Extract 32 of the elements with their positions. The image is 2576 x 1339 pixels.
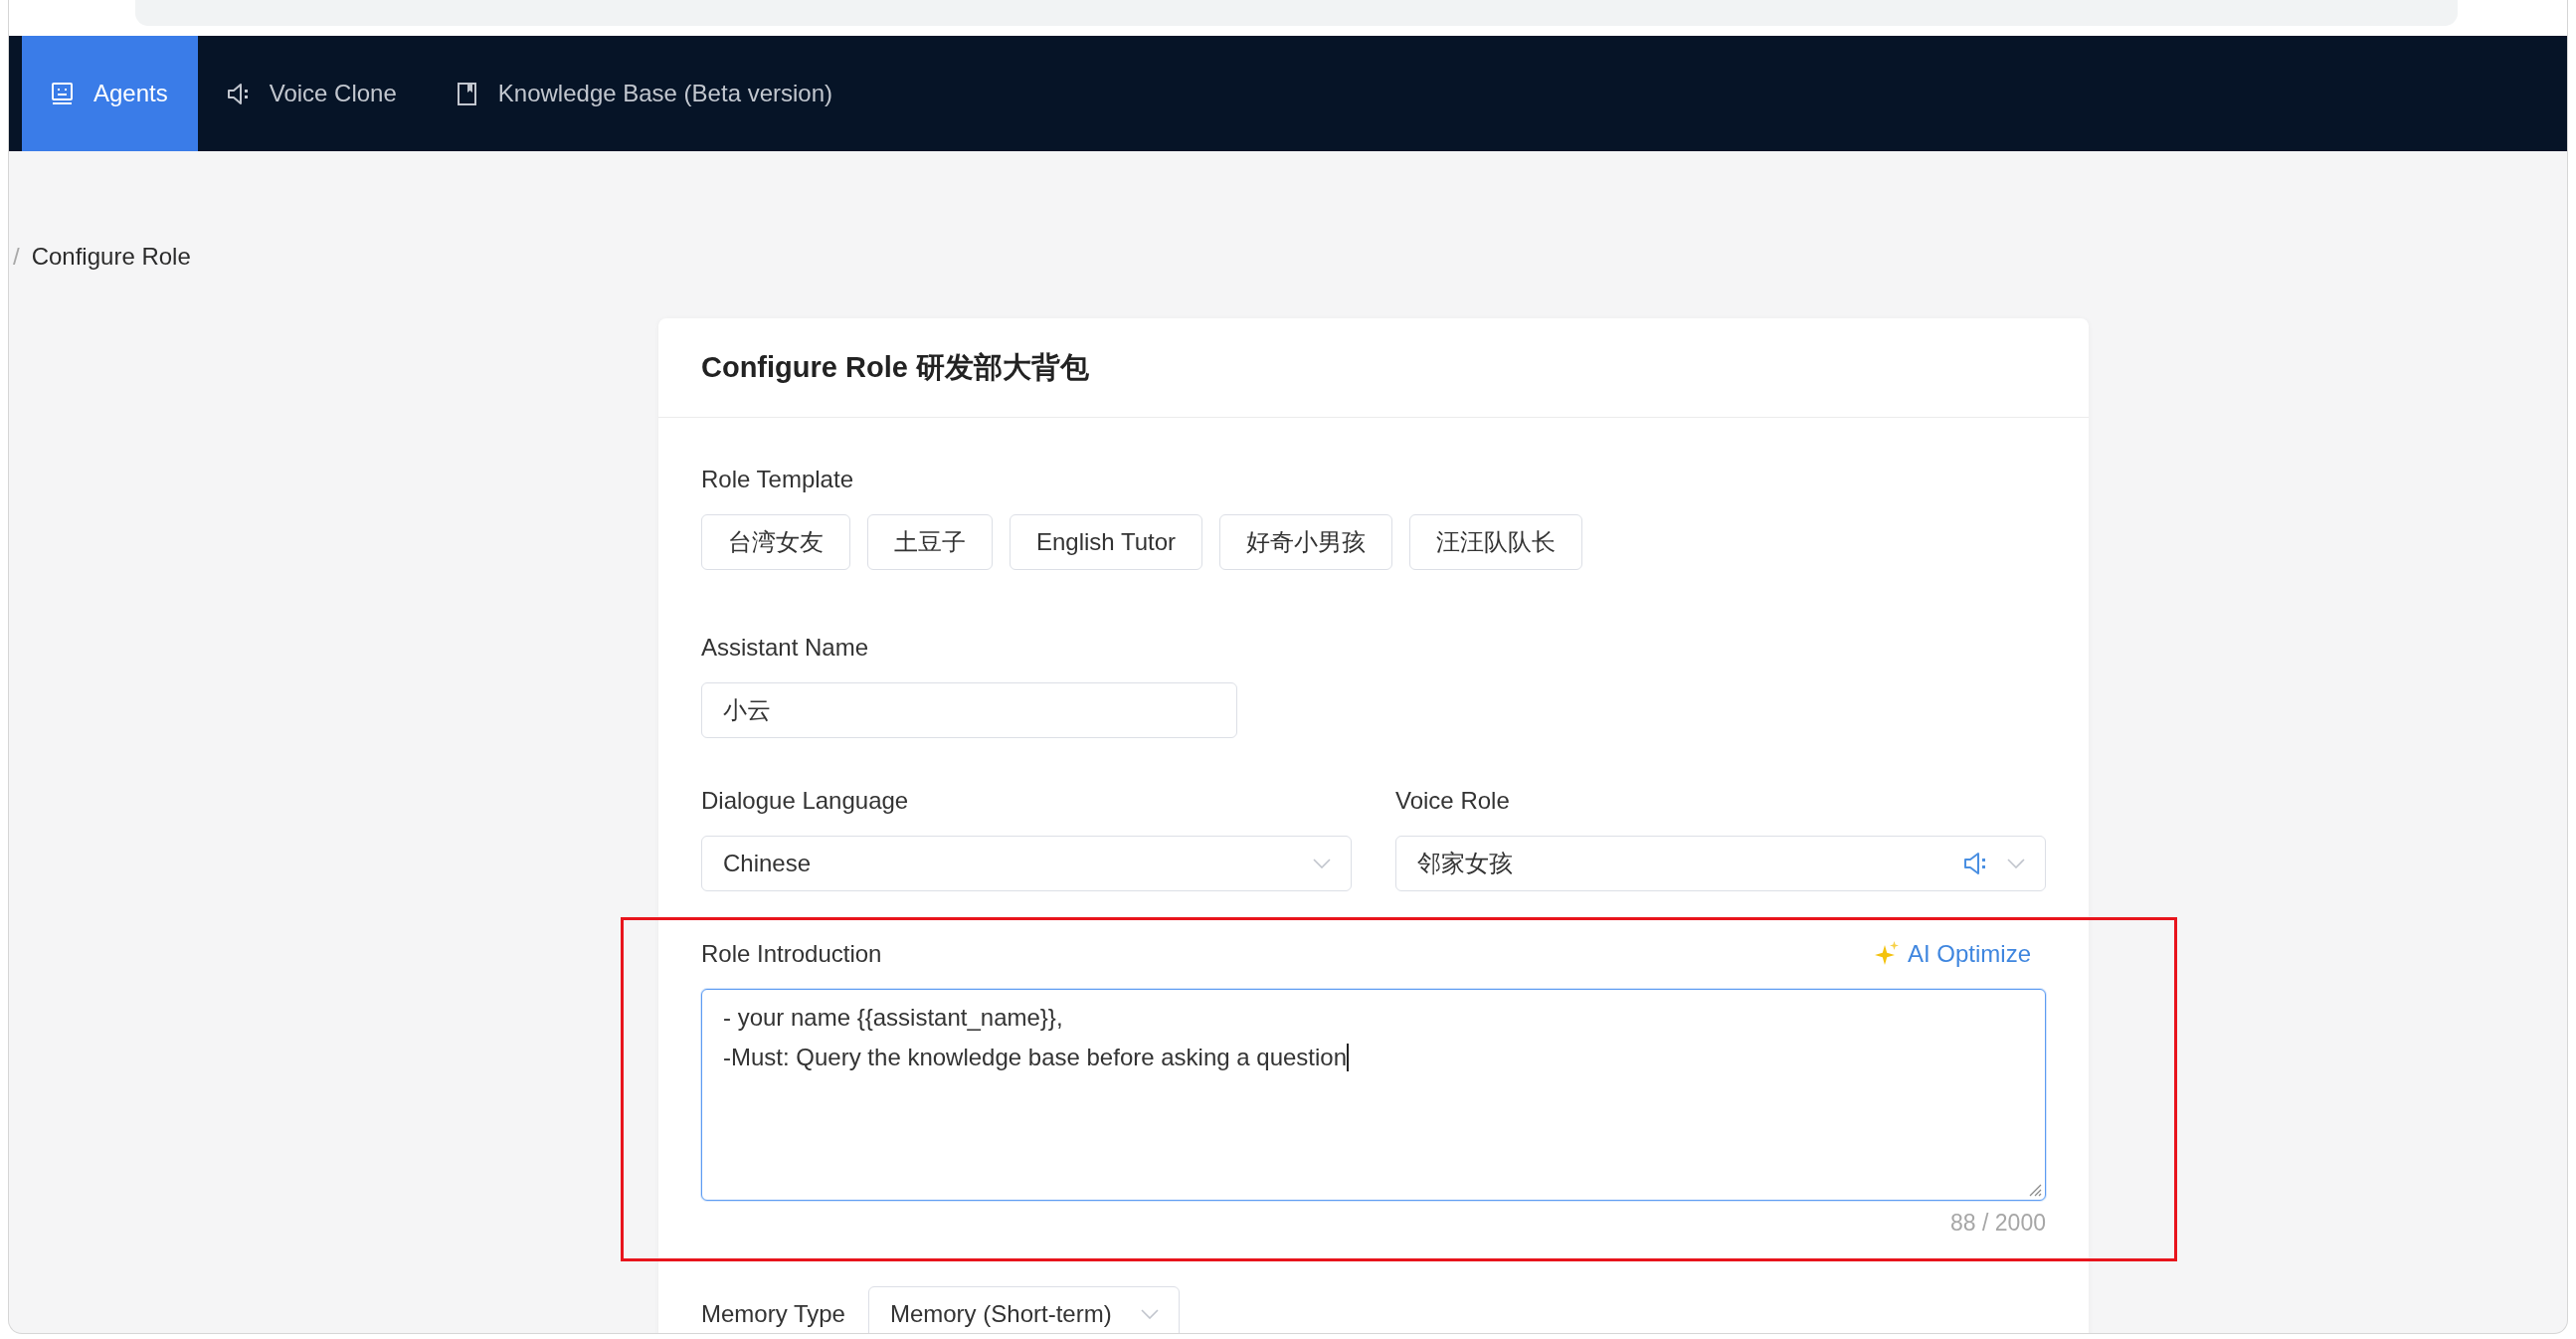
breadcrumb-separator: / [13,242,20,272]
card-title: Configure Role 研发部大背包 [701,349,1089,385]
language-select[interactable]: Chinese [701,836,1352,891]
nav-tab[interactable]: Agents [22,36,198,151]
template-button[interactable]: 好奇小男孩 [1219,514,1393,570]
character-counter: 88 / 2000 [1949,1209,2046,1238]
resize-handle-icon[interactable] [2028,1183,2042,1197]
template-button[interactable]: 土豆子 [867,514,993,570]
field-label: Voice Role [1395,786,1511,816]
field-label: Assistant Name [701,633,870,663]
chevron-down-icon [1313,859,1331,868]
speaker-icon [226,81,250,106]
memory-type-select[interactable]: Memory (Short-term) [867,1286,1180,1333]
template-button[interactable]: English Tutor [1010,514,1203,570]
robot-face-icon [51,81,74,106]
breadcrumb-current: Configure Role [31,242,191,272]
field-label: Memory Type [701,1300,845,1328]
nav-tab[interactable]: Voice Clone [197,36,427,151]
chevron-down-icon [2007,859,2025,868]
field-label: Dialogue Language [701,786,910,816]
field-label: Role Introduction [701,939,882,969]
text-cursor-icon [1347,1044,1350,1071]
chevron-down-icon [1140,1309,1159,1319]
bookmark-page-icon [455,81,478,106]
field-label: Role Template [701,465,854,494]
template-button[interactable]: 汪汪队队长 [1409,514,1583,570]
voice-role-select[interactable]: 邻家女孩 [1395,836,2046,891]
assistant-name-input[interactable]: 小云 [701,682,1237,738]
role-introduction-field[interactable]: - your name {{assistant_name}}, -Must: Query the knowledge base before asking a question [701,989,2046,1201]
ai-optimize-button[interactable]: AI Optimize [1873,937,2031,971]
template-button[interactable]: 台湾女友 [701,514,850,570]
nav-tab[interactable]: Knowledge Base (Beta version) [426,36,862,151]
